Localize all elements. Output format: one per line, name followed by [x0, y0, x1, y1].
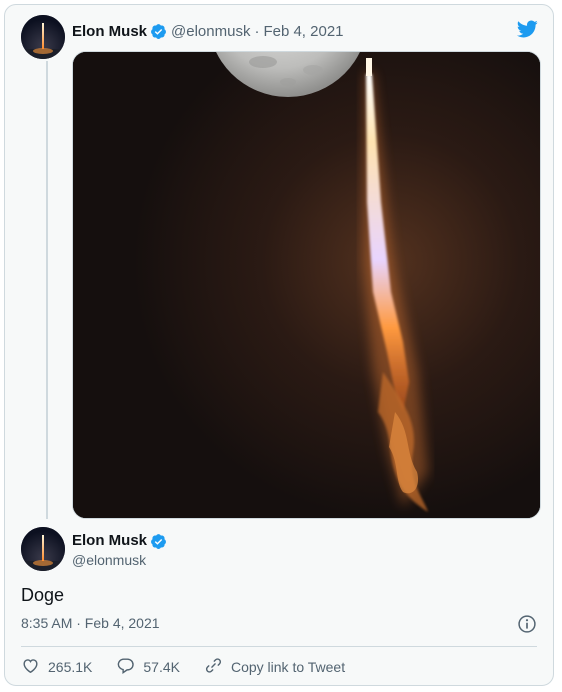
tweet-embed-card[interactable]: Elon Musk @elonmusk · Feb 4, 2021 Elon M…	[4, 4, 554, 686]
reply-button[interactable]: 57.4K	[116, 656, 180, 678]
author-avatar-main[interactable]	[21, 527, 65, 571]
thread-connector-line	[46, 61, 48, 519]
dot-separator: ·	[254, 22, 260, 40]
author-name[interactable]: Elon Musk	[72, 23, 147, 40]
copy-link-button[interactable]: Copy link to Tweet	[204, 656, 345, 678]
author-handle[interactable]: @elonmusk	[171, 23, 250, 40]
tweet-actions-bar: 265.1K 57.4K Copy link to Tweet	[21, 655, 369, 679]
info-icon[interactable]	[517, 614, 537, 639]
like-button[interactable]: 265.1K	[21, 656, 92, 678]
reply-count: 57.4K	[143, 659, 180, 675]
author-name-main[interactable]: Elon Musk	[72, 531, 147, 551]
main-tweet-author: Elon Musk @elonmusk	[72, 531, 171, 570]
tweet-text: Doge	[21, 585, 65, 605]
twitter-bird-icon[interactable]	[515, 18, 539, 45]
author-avatar[interactable]	[21, 15, 65, 59]
verified-badge-icon	[150, 533, 167, 550]
copy-link-label: Copy link to Tweet	[230, 659, 346, 675]
tweet-date-link[interactable]: Feb 4, 2021	[263, 23, 343, 40]
verified-badge-icon	[150, 23, 167, 40]
link-icon	[204, 656, 231, 678]
tweet-media-image[interactable]	[72, 51, 541, 519]
heart-icon	[21, 656, 48, 678]
divider	[21, 646, 537, 647]
author-handle-main[interactable]: @elonmusk	[72, 550, 171, 570]
tweet-timestamp[interactable]: 8:35 AM · Feb 4, 2021	[21, 615, 160, 631]
like-count: 265.1K	[48, 659, 93, 675]
reply-bubble-icon	[116, 656, 143, 678]
tweet-header: Elon Musk @elonmusk · Feb 4, 2021	[72, 19, 344, 43]
